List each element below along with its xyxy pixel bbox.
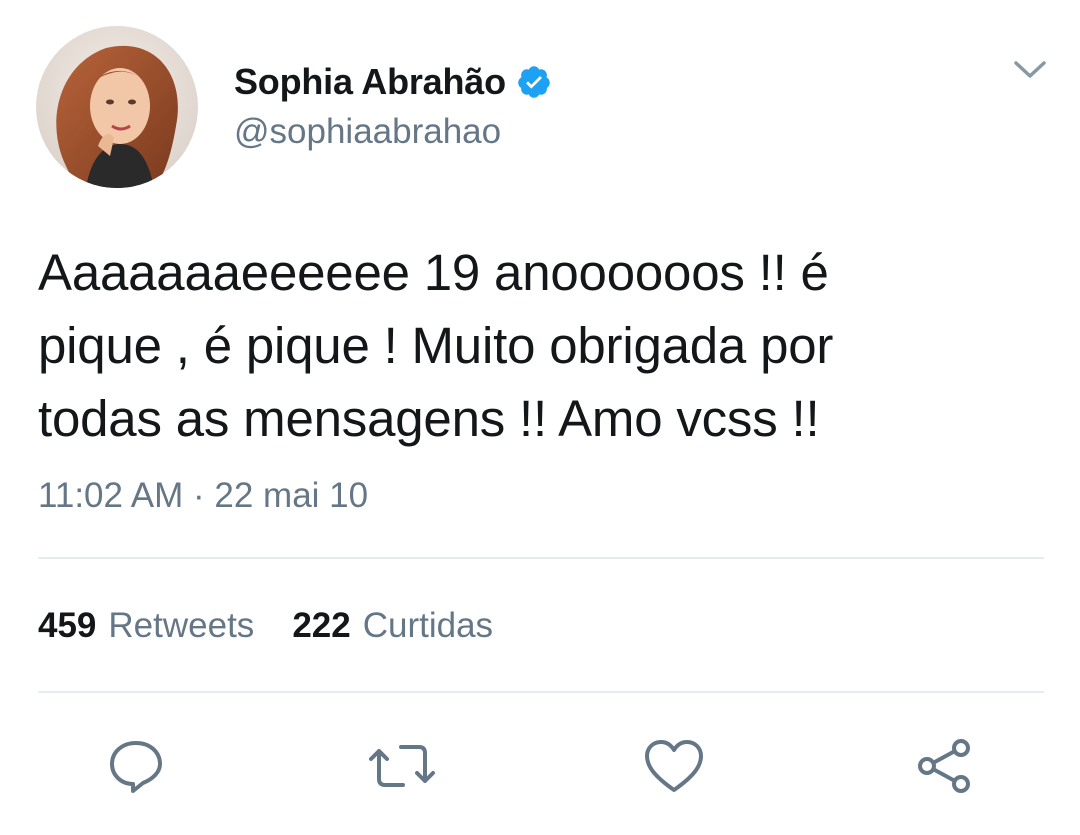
- divider: [38, 691, 1044, 693]
- avatar[interactable]: [36, 26, 198, 188]
- chevron-down-icon[interactable]: [1010, 54, 1050, 84]
- heart-icon: [644, 738, 704, 794]
- likes-label: Curtidas: [362, 606, 494, 645]
- verified-badge-icon: [516, 64, 552, 100]
- tweet-detail: Sophia Abrahão @sophiaabrahao Aaaaaaaeee…: [0, 0, 1080, 835]
- likes-stat[interactable]: 222 Curtidas: [292, 606, 493, 646]
- retweets-stat[interactable]: 459 Retweets: [38, 606, 254, 646]
- handle[interactable]: @sophiaabrahao: [234, 112, 552, 152]
- timestamp[interactable]: 11:02 AM · 22 mai 10: [38, 476, 368, 516]
- likes-count: 222: [292, 606, 351, 645]
- action-bar: [0, 736, 1080, 796]
- retweet-icon: [369, 737, 435, 795]
- display-name[interactable]: Sophia Abrahão: [234, 61, 506, 103]
- name-row: Sophia Abrahão: [234, 58, 552, 106]
- retweet-button[interactable]: [369, 736, 435, 796]
- retweets-label: Retweets: [108, 606, 255, 645]
- reply-button[interactable]: [106, 736, 166, 796]
- retweets-count: 459: [38, 606, 97, 645]
- share-button[interactable]: [914, 736, 974, 796]
- tweet-text: Aaaaaaaeeeeee 19 anoooooos !! é pique , …: [38, 244, 834, 447]
- profile-photo: [36, 26, 198, 188]
- divider: [38, 557, 1044, 559]
- like-button[interactable]: [644, 736, 704, 796]
- author-info: Sophia Abrahão @sophiaabrahao: [234, 58, 552, 152]
- share-icon: [914, 736, 974, 796]
- reply-icon: [107, 737, 165, 795]
- tweet-stats: 459 Retweets 222 Curtidas: [38, 606, 531, 646]
